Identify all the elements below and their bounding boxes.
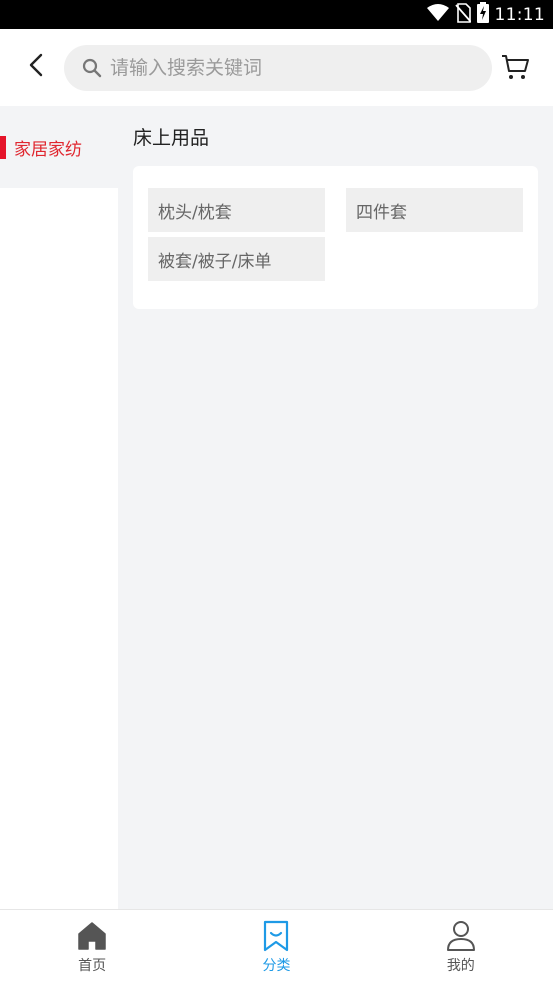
tab-home[interactable]: 首页 — [0, 910, 184, 983]
tab-category[interactable]: 分类 — [184, 910, 368, 983]
subcategory-tag-quilt-covers[interactable]: 被套/被子/床单 — [148, 237, 325, 281]
category-bookmark-icon — [260, 920, 292, 952]
no-sim-icon — [454, 2, 472, 27]
cart-icon — [500, 55, 530, 85]
subcategory-card: 枕头/枕套 四件套 被套/被子/床单 — [133, 166, 538, 309]
tab-label: 我的 — [446, 958, 475, 974]
search-icon — [82, 57, 104, 79]
back-button[interactable] — [20, 51, 52, 83]
section-title: 床上用品 — [133, 127, 210, 149]
wifi-icon — [426, 3, 449, 26]
tab-label: 首页 — [78, 958, 107, 974]
user-icon — [445, 920, 477, 952]
tab-label: 分类 — [262, 958, 291, 974]
content-area: 家居家纺 床上用品 枕头/枕套 四件套 被套/被子/床单 — [0, 106, 553, 909]
category-sidebar: 家居家纺 — [0, 106, 118, 909]
battery-charging-icon — [476, 2, 489, 27]
category-main: 床上用品 枕头/枕套 四件套 被套/被子/床单 — [118, 106, 553, 909]
chevron-left-icon — [29, 53, 43, 81]
status-time: 11:11 — [494, 4, 545, 25]
sidebar-item-home-textiles[interactable]: 家居家纺 — [0, 106, 118, 188]
header — [0, 29, 553, 106]
selected-indicator — [0, 136, 6, 159]
tab-profile[interactable]: 我的 — [369, 910, 553, 983]
bottom-tab-bar: 首页 分类 我的 — [0, 909, 553, 983]
subcategory-tag-pillows[interactable]: 枕头/枕套 — [148, 188, 325, 232]
status-bar: 11:11 — [0, 0, 553, 29]
subcategory-tag-four-piece-set[interactable]: 四件套 — [346, 188, 523, 232]
cart-button[interactable] — [500, 53, 534, 83]
search-input[interactable] — [110, 57, 470, 79]
sidebar-item-label: 家居家纺 — [14, 139, 82, 160]
home-icon — [76, 920, 108, 952]
status-icons: 11:11 — [426, 2, 546, 27]
search-bar[interactable] — [64, 45, 492, 91]
